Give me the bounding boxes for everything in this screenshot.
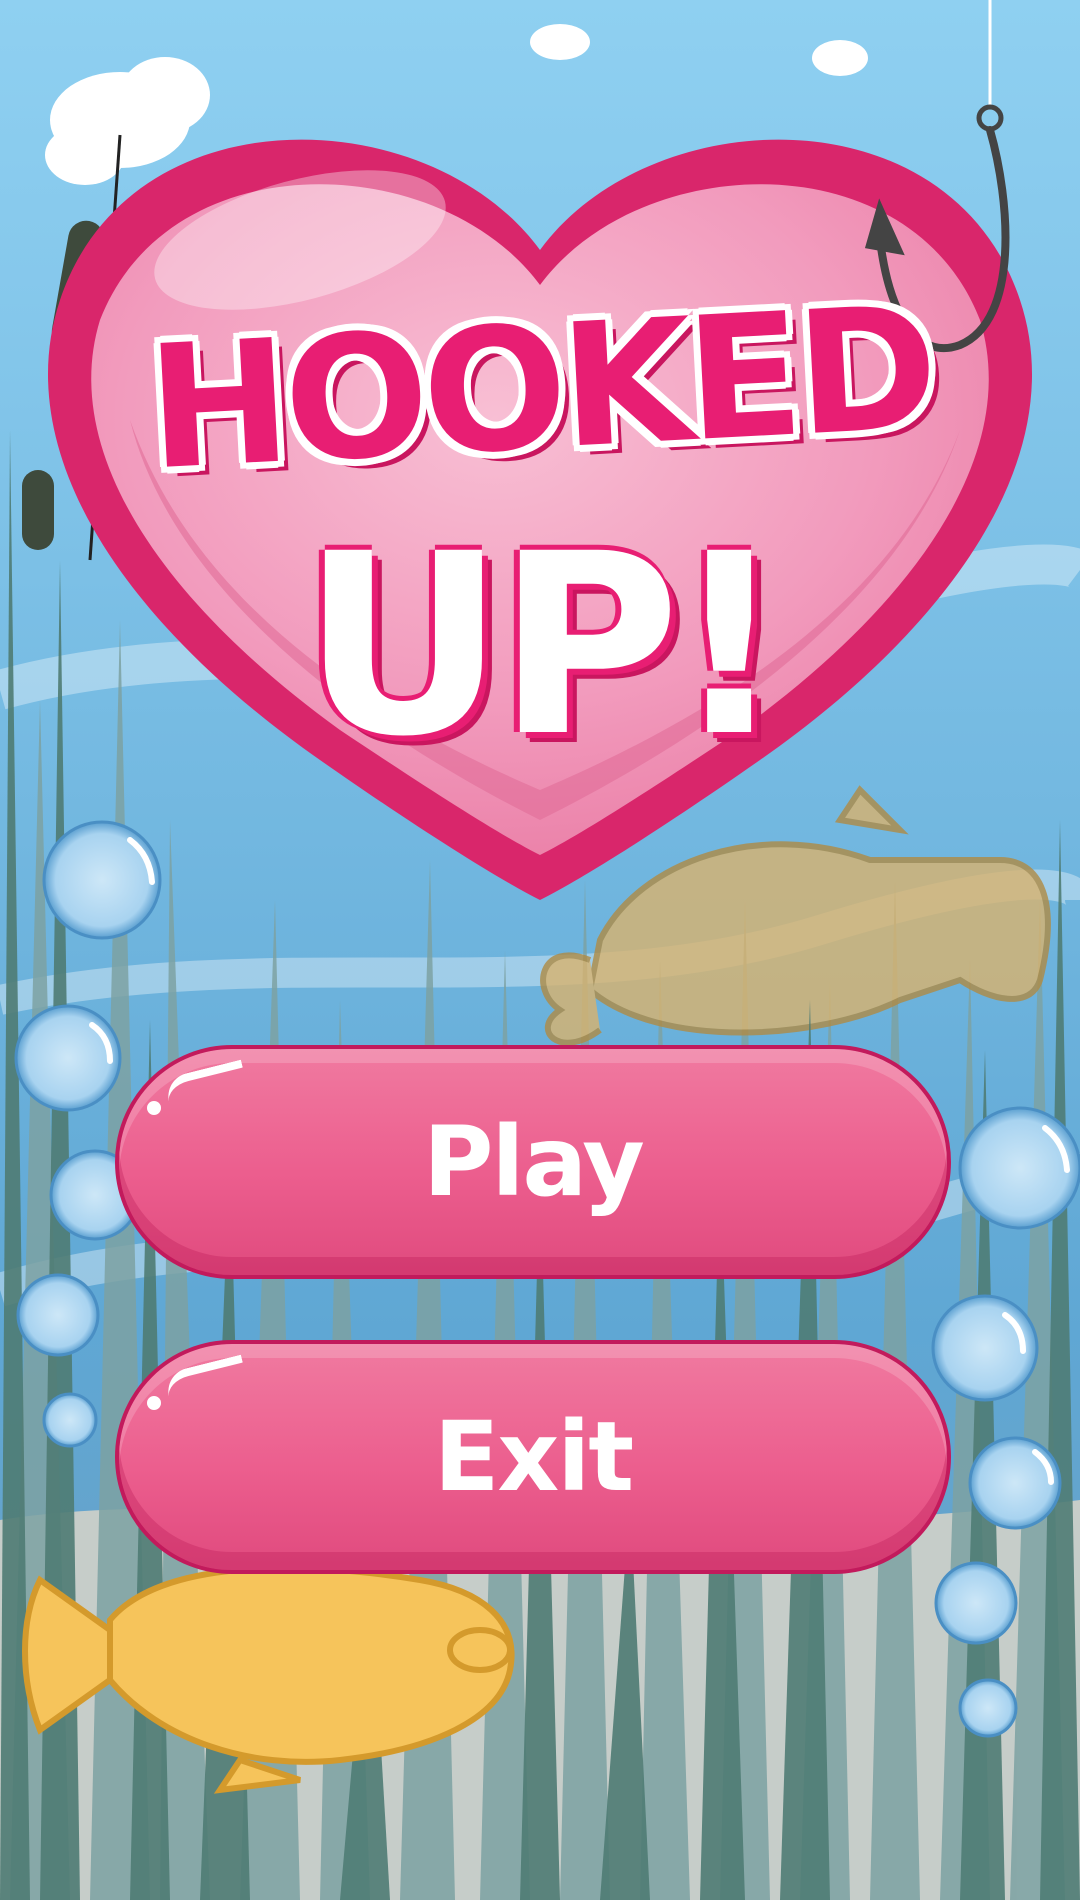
exit-button[interactable]: Exit [115,1340,951,1574]
play-button[interactable]: Play [115,1045,951,1279]
play-button-label: Play [423,1106,645,1218]
title-up: UP! [301,500,786,791]
exit-button-label: Exit [433,1401,634,1513]
